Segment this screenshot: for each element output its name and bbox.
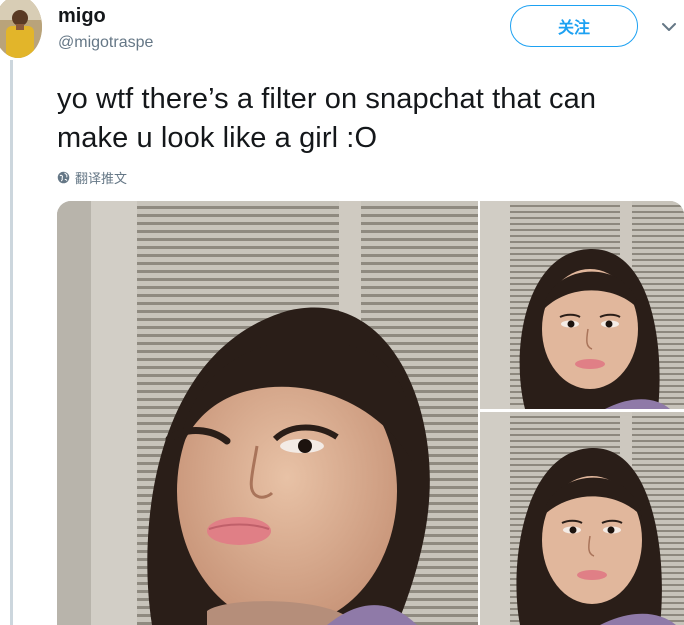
chevron-down-icon[interactable] xyxy=(662,22,676,32)
photo-1[interactable] xyxy=(57,201,478,625)
display-name[interactable]: migo xyxy=(58,4,106,28)
globe-icon xyxy=(57,171,70,184)
avatar[interactable] xyxy=(0,0,42,58)
tweet-text: yo wtf there’s a filter on snapchat that… xyxy=(57,83,597,154)
translate-tweet-link[interactable]: 翻译推文 xyxy=(57,168,127,187)
user-handle[interactable]: @migotraspe xyxy=(58,33,153,53)
media-grid xyxy=(57,201,684,625)
photo-2[interactable] xyxy=(480,201,684,409)
translate-label: 翻译推文 xyxy=(75,172,128,187)
tweet: migo @migotraspe 关注 yo wtf there’s a fil… xyxy=(0,0,684,625)
thread-line xyxy=(10,60,13,625)
follow-button[interactable]: 关注 xyxy=(510,5,638,47)
photo-3[interactable] xyxy=(480,412,684,625)
